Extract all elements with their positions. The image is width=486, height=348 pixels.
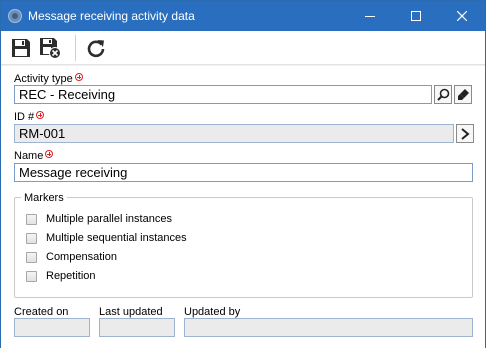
minimize-icon bbox=[365, 16, 375, 17]
save-button[interactable] bbox=[8, 35, 34, 61]
save-and-close-button[interactable] bbox=[37, 35, 63, 61]
checkbox-label: Multiple sequential instances bbox=[46, 232, 187, 244]
checkbox-label: Repetition bbox=[46, 270, 96, 282]
eraser-icon bbox=[457, 89, 469, 100]
minimize-button[interactable] bbox=[347, 1, 393, 31]
updated-by-field bbox=[184, 318, 473, 337]
activity-type-field[interactable]: REC - Receiving bbox=[14, 85, 432, 104]
created-on-label: Created on bbox=[14, 306, 69, 318]
toolbar-separator bbox=[75, 35, 76, 61]
marker-multiple-parallel[interactable]: Multiple parallel instances bbox=[26, 212, 172, 226]
marker-multiple-sequential[interactable]: Multiple sequential instances bbox=[26, 231, 187, 245]
search-button[interactable] bbox=[434, 85, 452, 104]
updated-by-label: Updated by bbox=[184, 306, 241, 318]
checkbox[interactable] bbox=[26, 213, 37, 225]
search-icon bbox=[436, 88, 449, 101]
window-title: Message receiving activity data bbox=[28, 9, 195, 23]
checkbox-label: Multiple parallel instances bbox=[46, 213, 172, 225]
activity-type-label-row: Activity type bbox=[14, 73, 83, 85]
close-icon bbox=[457, 11, 467, 21]
markers-title: Markers bbox=[21, 192, 67, 204]
name-field[interactable]: Message receiving bbox=[14, 163, 473, 182]
required-icon bbox=[36, 111, 45, 119]
last-updated-field bbox=[99, 318, 175, 337]
next-button[interactable] bbox=[456, 124, 474, 143]
marker-compensation[interactable]: Compensation bbox=[26, 250, 117, 264]
required-icon bbox=[74, 73, 83, 81]
checkbox[interactable] bbox=[26, 251, 37, 263]
maximize-icon bbox=[411, 11, 421, 21]
title-bar[interactable]: Message receiving activity data bbox=[1, 1, 485, 31]
id-field[interactable]: RM-001 bbox=[14, 124, 454, 143]
last-updated-label: Last updated bbox=[99, 306, 163, 318]
save-and-close-icon bbox=[40, 38, 61, 59]
name-label: Name bbox=[14, 150, 44, 162]
app-globe-icon bbox=[8, 9, 22, 23]
toolbar bbox=[1, 31, 485, 65]
id-label-row: ID # bbox=[14, 111, 45, 123]
required-icon bbox=[45, 150, 54, 158]
save-icon bbox=[12, 39, 30, 57]
marker-repetition[interactable]: Repetition bbox=[26, 269, 96, 283]
checkbox-label: Compensation bbox=[46, 251, 117, 263]
checkbox[interactable] bbox=[26, 270, 37, 282]
maximize-button[interactable] bbox=[393, 1, 439, 31]
close-button[interactable] bbox=[439, 1, 485, 31]
clear-button[interactable] bbox=[454, 85, 472, 104]
refresh-button[interactable] bbox=[83, 35, 109, 61]
form-panel: Activity type REC - Receiving ID # RM-00… bbox=[1, 66, 485, 348]
activity-type-label: Activity type bbox=[14, 73, 73, 85]
chevron-right-icon bbox=[461, 127, 470, 140]
name-label-row: Name bbox=[14, 150, 54, 162]
created-on-field bbox=[14, 318, 90, 337]
id-label: ID # bbox=[14, 111, 35, 123]
refresh-icon bbox=[87, 40, 105, 58]
checkbox[interactable] bbox=[26, 232, 37, 244]
dialog-window: Message receiving activity data Activity… bbox=[0, 0, 486, 348]
